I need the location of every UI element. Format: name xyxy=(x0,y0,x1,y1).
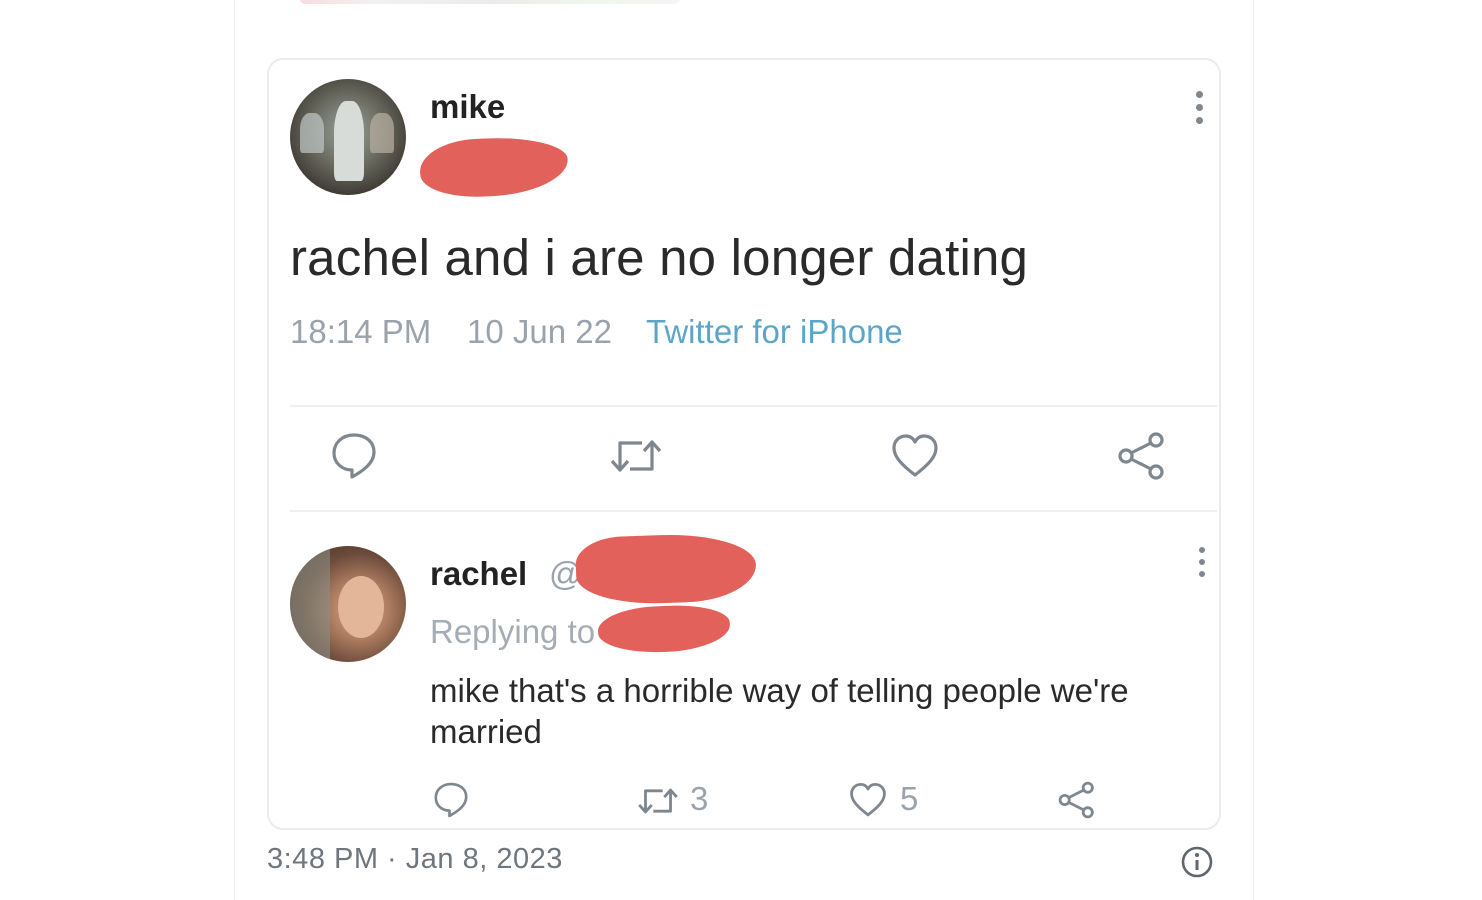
tweet-time: 18:14 PM xyxy=(290,313,432,350)
heart-icon[interactable] xyxy=(890,432,940,480)
retweet-icon[interactable] xyxy=(608,432,664,480)
more-vertical-icon[interactable] xyxy=(1196,91,1204,130)
avatar-figure xyxy=(334,101,364,181)
like-count: 5 xyxy=(900,780,919,817)
reply-author-name[interactable]: rachel xyxy=(430,555,527,593)
reply-bubble-icon[interactable] xyxy=(330,430,378,482)
cropped-header-strip xyxy=(300,0,680,4)
share-icon[interactable] xyxy=(1116,430,1168,482)
replying-to-label: Replying to xyxy=(430,613,596,650)
retweet-icon[interactable] xyxy=(636,783,680,819)
divider xyxy=(290,510,1217,512)
avatar-figure-right xyxy=(370,113,394,153)
heart-icon[interactable] xyxy=(848,782,888,818)
more-vertical-icon[interactable] xyxy=(1199,547,1207,583)
post-timestamp[interactable]: 3:48 PM · Jan 8, 2023 xyxy=(267,843,563,876)
retweet-count: 3 xyxy=(690,780,709,817)
tweet-text: rachel and i are no longer dating xyxy=(290,229,1029,286)
tweet-date: 10 Jun 22 xyxy=(467,313,612,350)
reply-bubble-icon[interactable] xyxy=(432,781,470,819)
tweet-source-link[interactable]: Twitter for iPhone xyxy=(646,313,903,351)
avatar-figure-left xyxy=(300,113,324,153)
avatar-face xyxy=(338,576,384,638)
info-icon[interactable] xyxy=(1180,845,1214,879)
divider xyxy=(290,405,1217,407)
mike-avatar[interactable] xyxy=(290,79,406,195)
avatar-background xyxy=(290,546,330,662)
rachel-avatar[interactable] xyxy=(290,546,406,662)
author-name[interactable]: mike xyxy=(430,88,505,126)
reply-text: mike that's a horrible way of telling pe… xyxy=(430,672,1129,750)
share-icon[interactable] xyxy=(1057,780,1097,820)
